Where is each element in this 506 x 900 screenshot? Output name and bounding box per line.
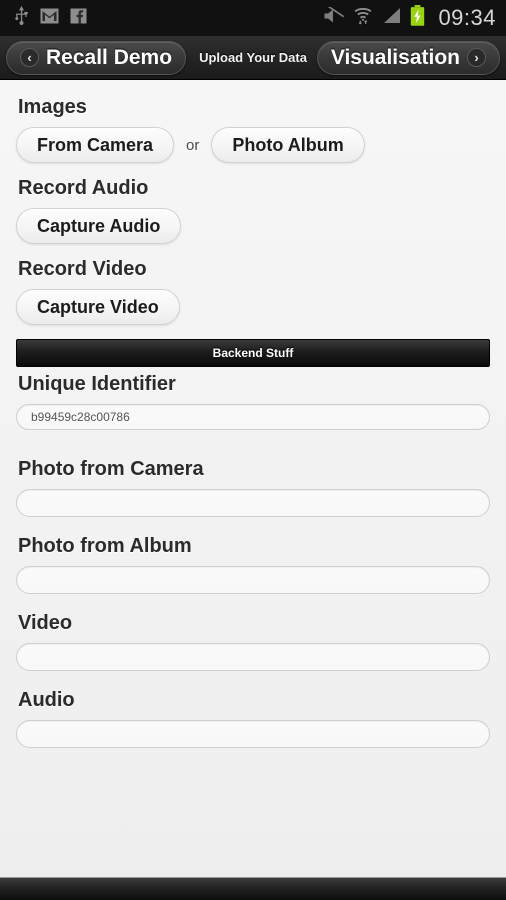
field-video: Video <box>16 612 490 671</box>
field-photo-from-album: Photo from Album <box>16 535 490 594</box>
capture-video-button[interactable]: Capture Video <box>16 289 180 325</box>
heading-images: Images <box>18 96 87 118</box>
phone-screen: 09:34 ‹ Recall Demo Upload Your Data Vis… <box>0 0 506 900</box>
photo-album-button[interactable]: Photo Album <box>211 127 365 163</box>
status-bar: 09:34 <box>0 0 506 36</box>
audio-input[interactable] <box>16 720 490 748</box>
facebook-icon <box>70 8 87 29</box>
usb-icon <box>14 6 29 30</box>
from-camera-button[interactable]: From Camera <box>16 127 175 163</box>
forward-button-label: Visualisation <box>330 45 460 69</box>
label-video: Video <box>18 612 73 634</box>
status-clock: 09:34 <box>438 5 496 30</box>
signal-icon <box>382 7 401 29</box>
back-button-recall-demo[interactable]: ‹ Recall Demo <box>6 40 187 75</box>
unique-identifier-input[interactable] <box>16 404 490 430</box>
status-icons-left <box>14 6 87 30</box>
battery-charging-icon <box>410 5 425 31</box>
gmail-icon <box>40 8 59 29</box>
forward-button-visualisation[interactable]: Visualisation › <box>316 40 500 75</box>
mute-icon <box>322 4 345 30</box>
label-audio: Audio <box>18 689 75 711</box>
back-button-label: Recall Demo <box>46 45 173 69</box>
page-content: Images From Camera or Photo Album Record… <box>0 80 506 877</box>
label-photo-from-album: Photo from Album <box>18 535 192 557</box>
field-photo-from-camera: Photo from Camera <box>16 458 490 517</box>
photo-from-album-input[interactable] <box>16 566 490 594</box>
or-separator-label: or <box>186 136 200 154</box>
photo-from-camera-input[interactable] <box>16 489 490 517</box>
video-input[interactable] <box>16 643 490 671</box>
field-unique-identifier: Unique Identifier <box>16 373 490 430</box>
field-audio: Audio <box>16 689 490 748</box>
chevron-left-icon: ‹ <box>20 48 39 67</box>
backend-stuff-collapsible-header[interactable]: Backend Stuff <box>16 339 490 367</box>
status-icons-right: 09:34 <box>322 4 496 31</box>
heading-record-video: Record Video <box>18 258 147 280</box>
chevron-right-icon: › <box>467 48 486 67</box>
wifi-icon <box>353 6 373 30</box>
capture-audio-button[interactable]: Capture Audio <box>16 208 182 244</box>
label-photo-from-camera: Photo from Camera <box>18 458 204 480</box>
bottom-bar <box>0 877 506 900</box>
images-button-row: From Camera or Photo Album <box>16 127 490 163</box>
label-unique-identifier: Unique Identifier <box>18 373 176 395</box>
record-audio-button-row: Capture Audio <box>16 208 490 244</box>
title-bar: ‹ Recall Demo Upload Your Data Visualisa… <box>0 36 506 80</box>
page-title: Upload Your Data <box>199 50 307 65</box>
heading-record-audio: Record Audio <box>18 177 149 199</box>
record-video-button-row: Capture Video <box>16 289 490 325</box>
